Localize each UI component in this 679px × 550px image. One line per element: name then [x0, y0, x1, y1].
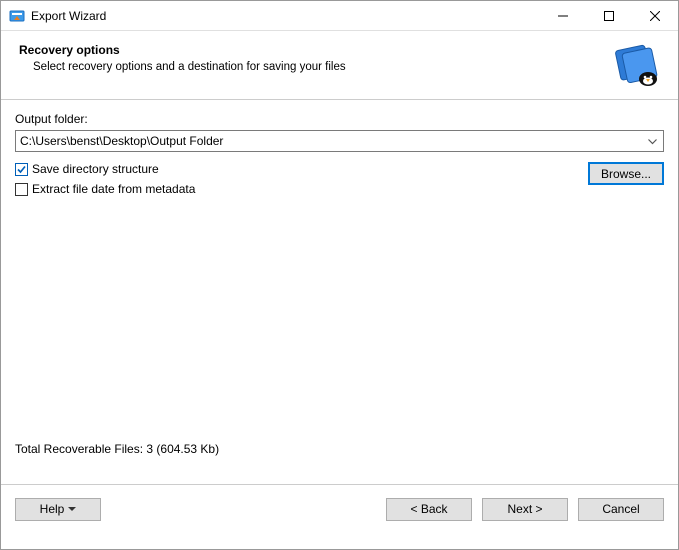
output-folder-value: C:\Users\benst\Desktop\Output Folder	[20, 134, 223, 148]
app-icon	[9, 8, 25, 24]
wizard-subheading: Select recovery options and a destinatio…	[19, 61, 660, 73]
help-button[interactable]: Help	[15, 498, 101, 521]
maximize-button[interactable]	[586, 1, 632, 31]
content-area: Output folder: C:\Users\benst\Desktop\Ou…	[1, 100, 678, 484]
wizard-logo-icon	[612, 39, 660, 87]
footer: Help < Back Next > Cancel	[1, 485, 678, 533]
output-folder-label: Output folder:	[15, 112, 664, 126]
extract-metadata-checkbox[interactable]: Extract file date from metadata	[15, 182, 588, 196]
minimize-button[interactable]	[540, 1, 586, 31]
output-folder-combobox[interactable]: C:\Users\benst\Desktop\Output Folder	[15, 130, 664, 152]
checkbox-icon	[15, 183, 28, 196]
help-button-label: Help	[40, 502, 65, 516]
close-button[interactable]	[632, 1, 678, 31]
window-title: Export Wizard	[31, 9, 106, 23]
extract-metadata-label: Extract file date from metadata	[32, 182, 195, 196]
chevron-down-icon	[648, 134, 657, 148]
dropdown-arrow-icon	[68, 507, 76, 511]
wizard-header: Recovery options Select recovery options…	[1, 31, 678, 99]
save-directory-structure-checkbox[interactable]: Save directory structure	[15, 162, 588, 176]
status-text: Total Recoverable Files: 3 (604.53 Kb)	[15, 442, 219, 456]
next-button[interactable]: Next >	[482, 498, 568, 521]
checkbox-icon	[15, 163, 28, 176]
cancel-button[interactable]: Cancel	[578, 498, 664, 521]
titlebar: Export Wizard	[1, 1, 678, 31]
browse-button[interactable]: Browse...	[588, 162, 664, 185]
wizard-heading: Recovery options	[19, 43, 660, 57]
back-button[interactable]: < Back	[386, 498, 472, 521]
save-directory-structure-label: Save directory structure	[32, 162, 159, 176]
